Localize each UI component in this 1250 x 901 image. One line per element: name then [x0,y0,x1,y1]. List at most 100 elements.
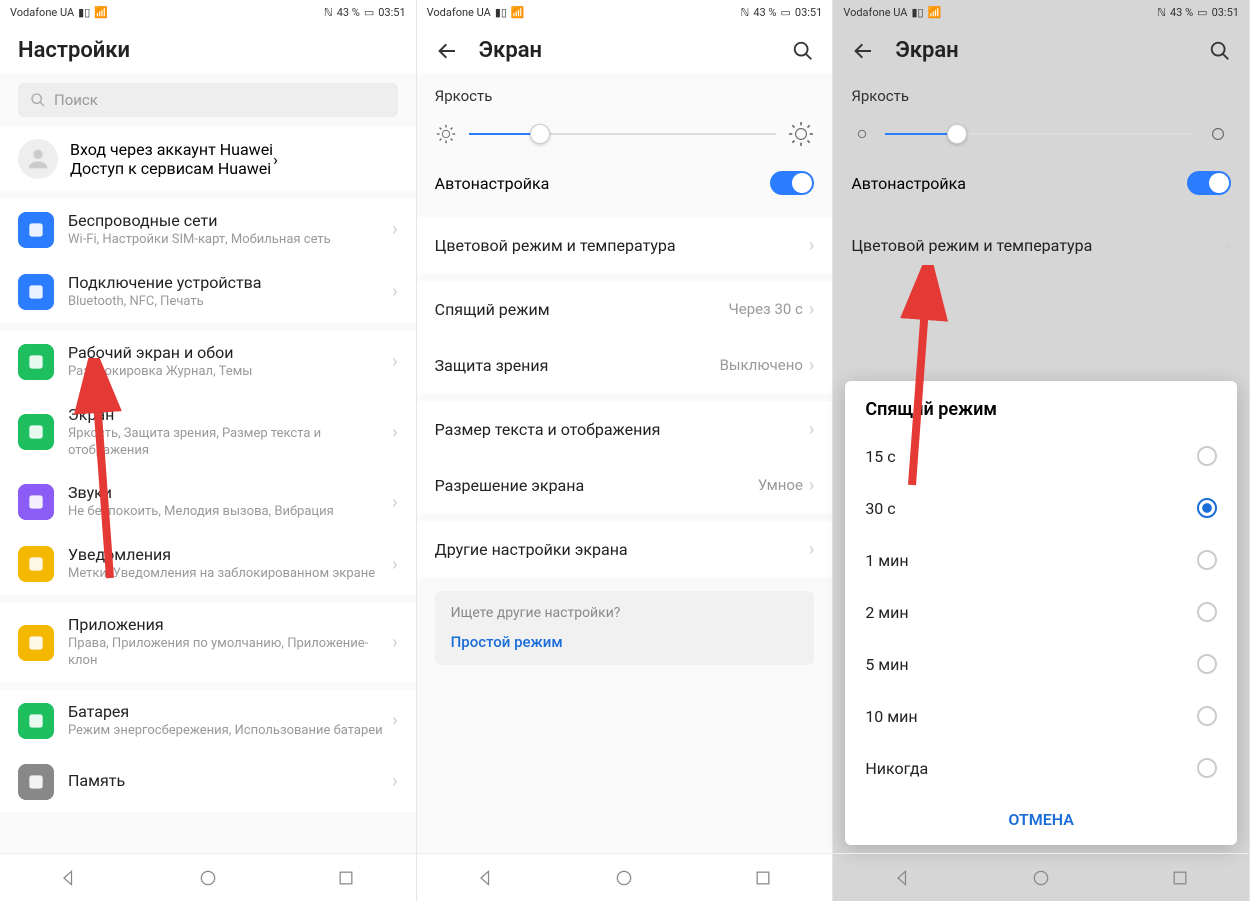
signal-icon: ▮▯ [78,6,90,19]
account-row[interactable]: Вход через аккаунт HuaweiДоступ к сервис… [0,127,416,191]
brightness-slider[interactable] [417,111,833,161]
settings-row-storage[interactable]: Память › [0,752,416,812]
hint-question: Ищете другие настройки? [451,605,799,621]
search-placeholder: Поиск [54,91,98,109]
radio-icon [1197,602,1217,622]
settings-row-device-conn[interactable]: Подключение устройстваBluetooth, NFC, Пе… [0,261,416,323]
auto-label: Автонастройка [435,174,550,193]
display-row[interactable]: Спящий режимЧерез 30 с› [417,281,833,337]
battery-icon [18,703,54,739]
account-sub: Доступ к сервисам Huawei [70,159,273,178]
account-title: Вход через аккаунт Huawei [70,140,273,159]
screen-settings: Vodafone UA▮▯📶 ℕ43 %▭03:51 Настройки Пои… [0,0,417,901]
display-options: Цветовой режим и температура› Спящий режи… [417,217,833,577]
back-icon[interactable] [435,39,459,63]
search-icon[interactable] [792,40,814,62]
display-row[interactable]: Размер текста и отображения› [417,401,833,457]
recent-nav-icon[interactable] [336,868,356,888]
wireless-icon [18,212,54,248]
chevron-right-icon: › [392,219,397,240]
nav-buttons [833,853,1249,901]
sun-low-icon [435,123,457,145]
settings-row-home-wall[interactable]: Рабочий экран и обоиРазблокировка Журнал… [0,331,416,393]
home-nav-icon[interactable] [1031,868,1051,888]
header: Настройки [0,24,416,73]
color-mode-row[interactable]: Цветовой режим и температура › [833,217,1249,273]
search-icon [30,92,46,108]
header: Экран [833,24,1249,73]
radio-icon [1197,654,1217,674]
chevron-right-icon: › [809,419,814,440]
storage-icon [18,764,54,800]
search-input[interactable]: Поиск [18,83,398,117]
chevron-right-icon: › [392,710,397,731]
chevron-right-icon: › [392,554,397,575]
chevron-right-icon: › [392,422,397,443]
settings-row-sound[interactable]: ЗвукиНе беспокоить, Мелодия вызова, Вибр… [0,471,416,533]
back-nav-icon[interactable] [59,868,79,888]
back-icon[interactable] [851,39,875,63]
chevron-right-icon: › [809,355,814,376]
auto-toggle[interactable] [1187,171,1231,195]
chevron-right-icon: › [809,539,814,560]
chevron-right-icon: › [392,771,397,792]
sleep-option[interactable]: 10 мин [845,690,1237,742]
back-nav-icon[interactable] [476,868,496,888]
statusbar: Vodafone UA▮▯📶 ℕ43 %▭03:51 [833,0,1249,24]
auto-toggle[interactable] [770,171,814,195]
radio-icon [1197,758,1217,778]
recent-nav-icon[interactable] [753,868,773,888]
brightness-label: Яркость [417,73,833,111]
settings-row-wireless[interactable]: Беспроводные сетиWi-Fi, Настройки SIM-ка… [0,199,416,261]
cancel-button[interactable]: ОТМЕНА [845,794,1237,845]
dialog-title: Спящий режим [845,381,1237,430]
settings-list: Беспроводные сетиWi-Fi, Настройки SIM-ка… [0,199,416,812]
nav-buttons [417,853,833,901]
chevron-right-icon: › [809,299,814,320]
simple-mode-link[interactable]: Простой режим [451,633,799,651]
avatar [18,139,58,179]
page-title: Настройки [18,38,398,63]
sleep-option[interactable]: 5 мин [845,638,1237,690]
home-wall-icon [18,344,54,380]
chevron-right-icon: › [392,492,397,513]
sleep-option[interactable]: 30 с [845,482,1237,534]
battery-pct: 43 % [337,6,360,19]
display-row[interactable]: Защита зренияВыключено› [417,337,833,393]
header: Экран [417,24,833,73]
sun-high-icon [1205,121,1231,147]
sleep-option[interactable]: 1 мин [845,534,1237,586]
sleep-option[interactable]: 2 мин [845,586,1237,638]
auto-brightness-row: Автонастройка [417,161,833,209]
display-icon [18,414,54,450]
chevron-right-icon: › [392,632,397,653]
settings-row-battery[interactable]: БатареяРежим энергосбережения, Использов… [0,690,416,752]
home-nav-icon[interactable] [614,868,634,888]
settings-row-display[interactable]: ЭкранЯркость, Защита зрения, Размер текс… [0,393,416,472]
display-row[interactable]: Разрешение экранаУмное› [417,457,833,513]
display-row[interactable]: Другие настройки экрана› [417,521,833,577]
radio-icon [1197,550,1217,570]
auto-brightness-row: Автонастройка [833,161,1249,209]
chevron-right-icon: › [392,281,397,302]
page-title: Экран [895,38,1209,63]
brightness-label: Яркость [833,73,1249,111]
nfc-icon: ℕ [324,6,333,19]
home-nav-icon[interactable] [198,868,218,888]
display-row[interactable]: Цветовой режим и температура› [417,217,833,273]
radio-icon [1197,498,1217,518]
hint-card: Ищете другие настройки? Простой режим [435,591,815,665]
sleep-option[interactable]: 15 с [845,430,1237,482]
search-icon[interactable] [1209,40,1231,62]
back-nav-icon[interactable] [893,868,913,888]
brightness-slider[interactable] [833,111,1249,161]
notif-icon [18,546,54,582]
screen-display: Vodafone UA▮▯📶 ℕ43 %▭03:51 Экран Яркость… [417,0,834,901]
chevron-right-icon: › [809,475,814,496]
recent-nav-icon[interactable] [1170,868,1190,888]
nav-buttons [0,853,416,901]
settings-row-apps[interactable]: ПриложенияПрава, Приложения по умолчанию… [0,603,416,682]
settings-row-notif[interactable]: УведомленияМетки, Уведомления на заблоки… [0,533,416,595]
sleep-option[interactable]: Никогда [845,742,1237,794]
statusbar: Vodafone UA▮▯📶 ℕ43 %▭03:51 [0,0,416,24]
